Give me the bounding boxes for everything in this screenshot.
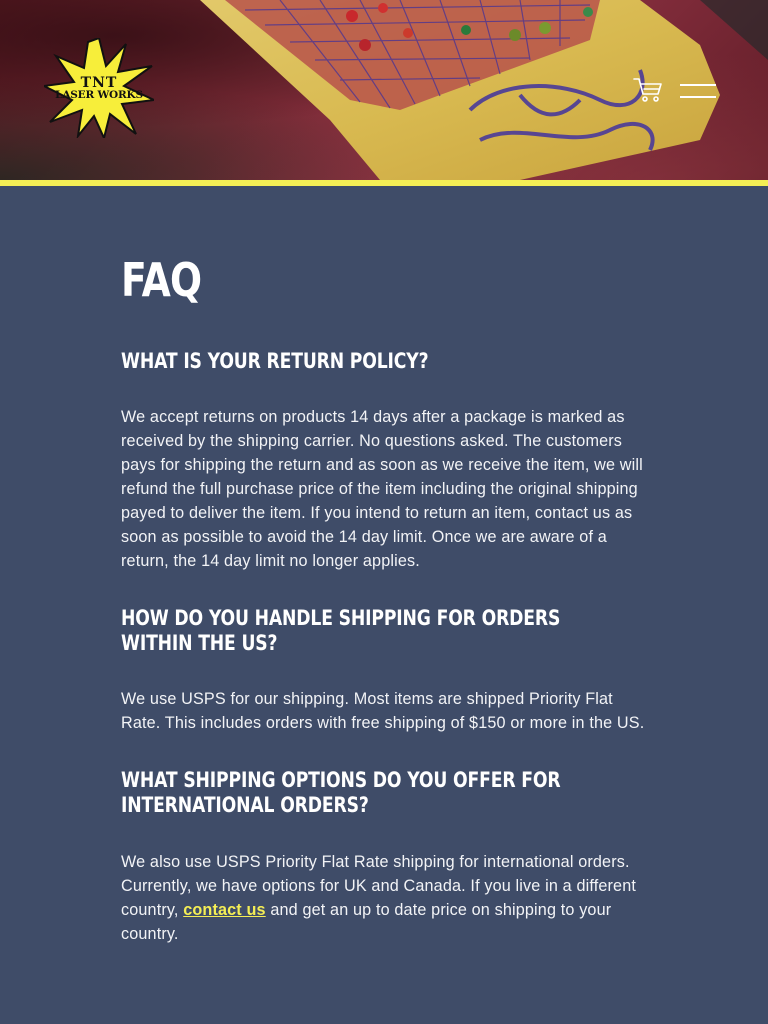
logo-wordmark: TNT LASER WORKS bbox=[44, 76, 154, 101]
logo-line-1: TNT bbox=[80, 75, 118, 91]
cart-button[interactable] bbox=[632, 76, 664, 104]
accent-divider bbox=[0, 180, 768, 186]
shopping-cart-icon bbox=[633, 78, 662, 102]
faq-content: FAQ What is your return policy? We accep… bbox=[121, 252, 647, 946]
faq-question-us-shipping: How do you handle shipping for orders wi… bbox=[121, 606, 561, 655]
menu-bar-top bbox=[680, 84, 716, 86]
site-logo[interactable]: TNT LASER WORKS bbox=[40, 36, 158, 142]
menu-bar-bottom bbox=[680, 96, 716, 98]
menu-button[interactable] bbox=[680, 80, 718, 102]
hero-banner: TNT LASER WORKS bbox=[0, 0, 768, 180]
logo-line-2: LASER WORKS bbox=[55, 89, 143, 101]
faq-question-international: What shipping options do you offer for i… bbox=[121, 768, 561, 817]
faq-answer-returns: We accept returns on products 14 days af… bbox=[121, 408, 643, 570]
contact-us-link[interactable]: contact us bbox=[183, 901, 265, 919]
faq-answer-us-shipping: We use USPS for our shipping. Most items… bbox=[121, 690, 645, 732]
faq-question-returns: What is your return policy? bbox=[121, 349, 429, 373]
page-title: FAQ bbox=[121, 253, 202, 307]
faq-answer-international: We also use USPS Priority Flat Rate ship… bbox=[121, 850, 647, 946]
